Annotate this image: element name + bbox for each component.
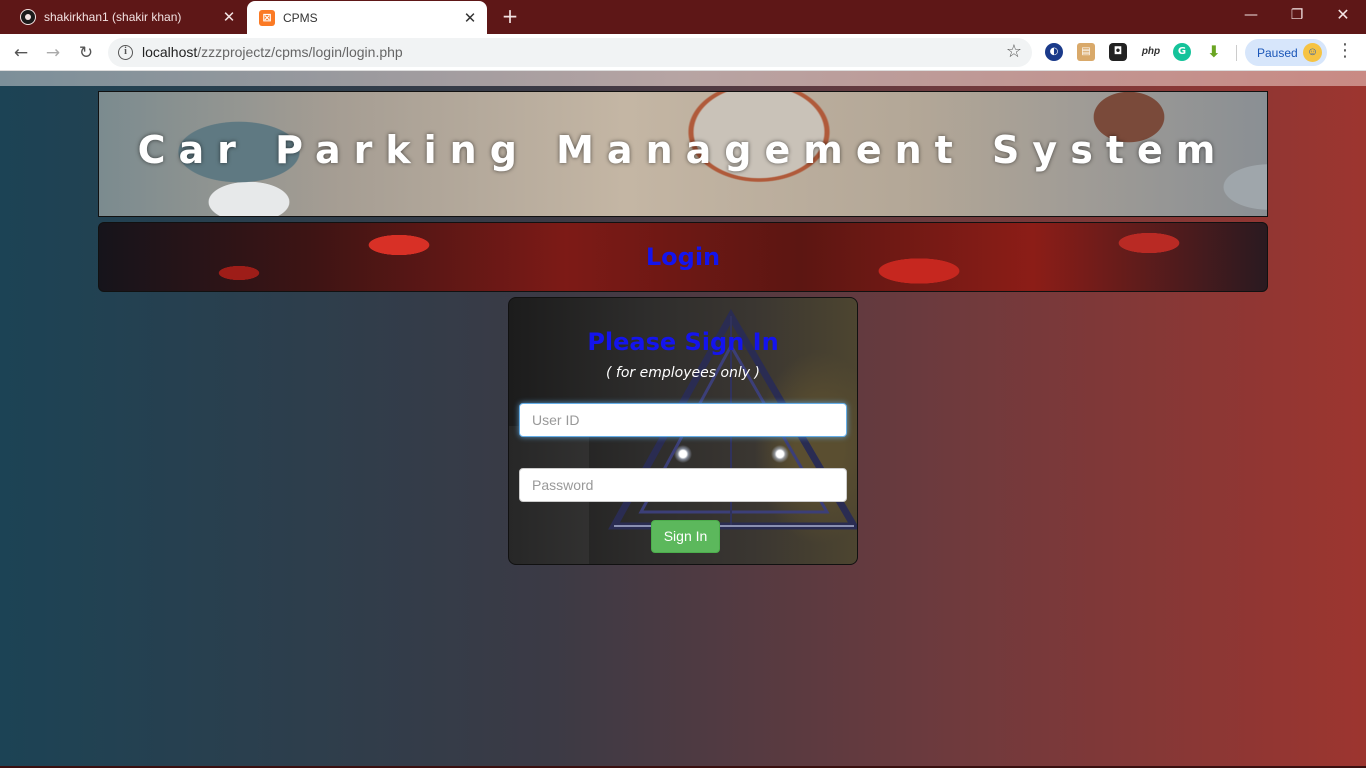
page-title: Car Parking Management System	[137, 128, 1229, 172]
profile-status: Paused	[1257, 45, 1298, 60]
avatar: ☺	[1303, 43, 1322, 62]
close-icon[interactable]: ✕	[220, 8, 238, 26]
password-input[interactable]	[519, 468, 847, 502]
restore-button[interactable]: ❐	[1274, 0, 1320, 30]
signin-subtitle: ( for employees only )	[606, 365, 760, 381]
download-arrow-icon[interactable]: ⬇	[1205, 43, 1223, 61]
url-host: localhost	[142, 44, 198, 60]
close-icon[interactable]: ✕	[461, 9, 479, 27]
browser-toolbar: ← → ↻ i localhost/zzzprojectz/cpms/login…	[0, 34, 1366, 71]
profile-button[interactable]: Paused ☺	[1245, 39, 1327, 66]
tab-title: shakirkhan1 (shakir khan)	[44, 10, 182, 24]
extension-glasses-icon[interactable]: ◘	[1109, 43, 1127, 61]
extension-php-icon[interactable]: php	[1140, 43, 1162, 61]
tab-github[interactable]: shakirkhan1 (shakir khan) ✕	[8, 0, 246, 34]
reload-button[interactable]: ↻	[73, 40, 99, 66]
minimize-button[interactable]: —	[1228, 0, 1274, 30]
xampp-icon: ⊠	[259, 9, 275, 26]
url-path: /zzzprojectz/cpms/login/login.php	[197, 44, 403, 60]
grammarly-icon[interactable]: G	[1173, 43, 1191, 61]
github-icon	[20, 9, 36, 25]
info-icon[interactable]: i	[118, 45, 133, 60]
extension-box-icon[interactable]: ▤	[1077, 43, 1095, 61]
address-bar[interactable]: i localhost/zzzprojectz/cpms/login/login…	[108, 38, 1032, 67]
sign-in-button[interactable]: Sign In	[651, 520, 720, 553]
window-close-button[interactable]: ✕	[1320, 0, 1366, 30]
browser-tab-bar: shakirkhan1 (shakir khan) ✕ ⊠ CPMS ✕ + —…	[0, 0, 1366, 34]
url-text[interactable]: localhost/zzzprojectz/cpms/login/login.p…	[142, 44, 403, 60]
page-viewport: Car Parking Management System Login Plea…	[0, 71, 1366, 768]
toolbar-divider	[1236, 45, 1237, 61]
user-id-input[interactable]	[519, 403, 847, 437]
signin-card: Please Sign In ( for employees only ) Si…	[508, 297, 858, 565]
back-button[interactable]: ←	[8, 40, 34, 66]
signin-title: Please Sign In	[587, 328, 779, 356]
forward-button[interactable]: →	[40, 40, 66, 66]
extension-globe-icon[interactable]: ◐	[1045, 43, 1063, 61]
menu-icon[interactable]: ⋮	[1336, 40, 1354, 61]
bookmark-star-icon[interactable]: ☆	[1006, 41, 1022, 62]
tab-title: CPMS	[283, 10, 318, 25]
header-banner: Car Parking Management System	[98, 91, 1268, 217]
tab-cpms[interactable]: ⊠ CPMS ✕	[247, 1, 487, 34]
new-tab-button[interactable]: +	[498, 4, 522, 28]
login-heading-strip: Login	[98, 222, 1268, 292]
login-heading: Login	[645, 243, 721, 271]
